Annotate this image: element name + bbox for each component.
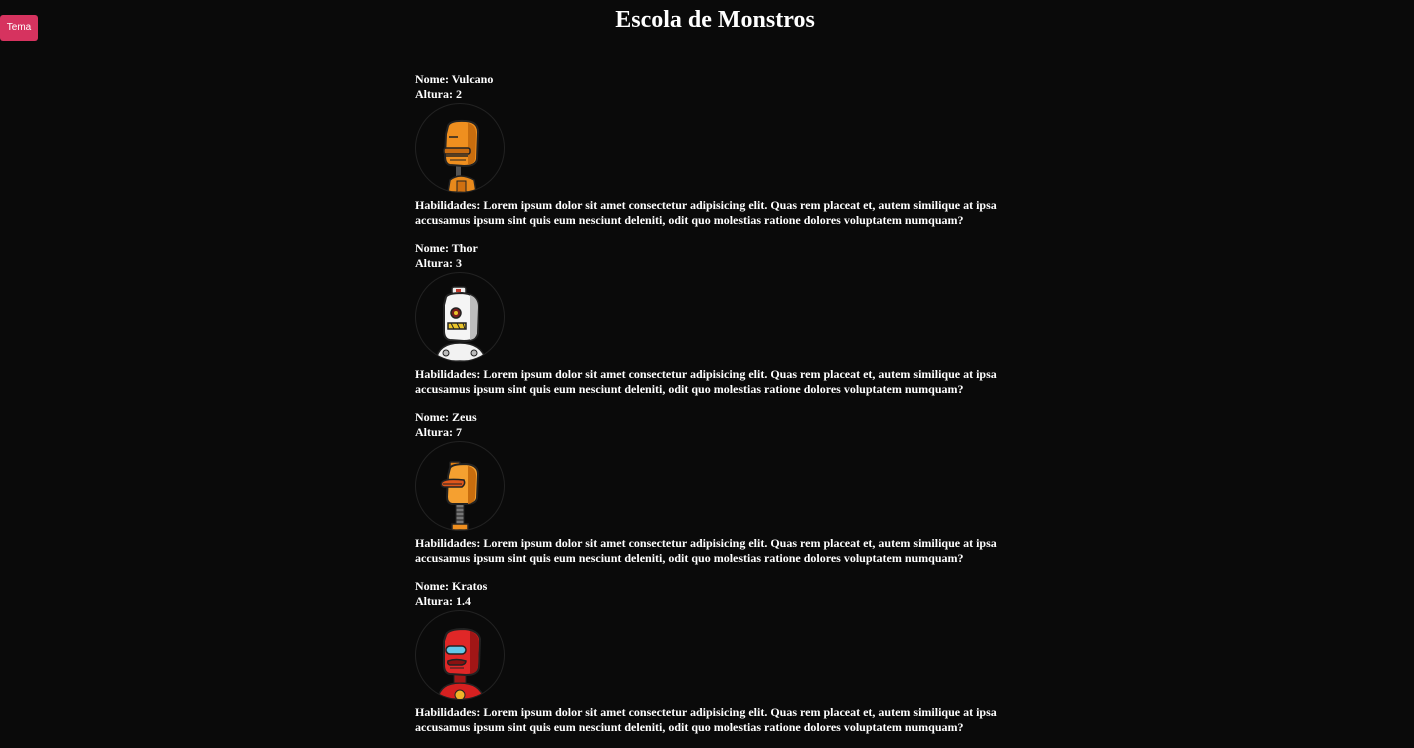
monster-avatar — [415, 441, 505, 531]
monster-card-thor: Nome: Thor Altura: 3 Habilidades: Lorem … — [415, 241, 1015, 410]
monster-card-kratos: Nome: Kratos Altura: 1.4 Habilidades: Lo… — [415, 579, 1015, 748]
monster-skills: Habilidades: Lorem ipsum dolor sit amet … — [415, 705, 997, 734]
page-title: Escola de Monstros — [615, 7, 815, 33]
monster-avatar — [415, 272, 505, 362]
monster-skills: Habilidades: Lorem ipsum dolor sit amet … — [415, 367, 997, 396]
monster-card-zeus: Nome: Zeus Altura: 7 Habilidades: Lorem … — [415, 410, 1015, 579]
monster-skills: Habilidades: Lorem ipsum dolor sit amet … — [415, 536, 997, 565]
monster-height: Altura: 3 — [415, 256, 462, 270]
orange-duck-robot-icon — [440, 461, 480, 530]
monster-card-vulcano: Nome: Vulcano Altura: 2 Habilidades: Lor… — [415, 72, 1015, 241]
monster-avatar — [415, 103, 505, 193]
monster-avatar — [415, 610, 505, 700]
monster-list: Nome: Vulcano Altura: 2 Habilidades: Lor… — [415, 72, 1015, 748]
red-robot-icon — [437, 627, 485, 699]
orange-robot-icon — [443, 119, 480, 192]
monster-name: Nome: Thor — [415, 241, 478, 255]
monster-height: Altura: 1.4 — [415, 594, 471, 608]
monster-name: Nome: Vulcano — [415, 72, 494, 86]
monster-height: Altura: 2 — [415, 87, 462, 101]
white-robot-icon — [435, 286, 487, 361]
monster-height: Altura: 7 — [415, 425, 462, 439]
monster-skills: Habilidades: Lorem ipsum dolor sit amet … — [415, 198, 997, 227]
monster-name: Nome: Kratos — [415, 579, 488, 593]
monster-name: Nome: Zeus — [415, 410, 477, 424]
